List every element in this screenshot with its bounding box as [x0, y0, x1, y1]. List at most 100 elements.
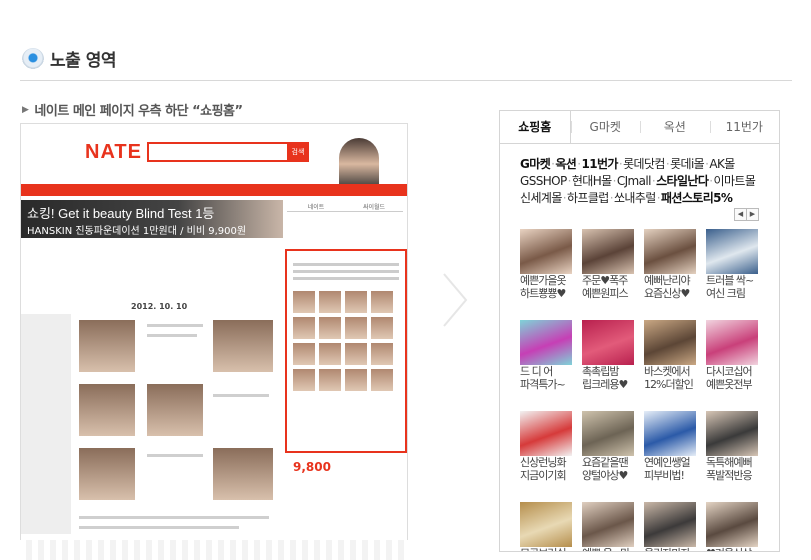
product-item[interactable]: 모공브러쉬 30%↓특가: [520, 502, 572, 551]
product-label[interactable]: 바스켓에서 12%더할인: [644, 365, 702, 391]
separator: ·: [567, 174, 572, 188]
brand-link[interactable]: 신세계몰: [520, 191, 562, 205]
product-label[interactable]: 촉촉립밤 립크레용♥: [582, 365, 640, 391]
product-item[interactable]: 예쁜 옷~만 쏙쏙뽑아서: [582, 502, 634, 551]
mock-price: 9,800: [293, 460, 331, 474]
brand-link[interactable]: 이마트몰: [714, 174, 756, 188]
product-item[interactable]: 예뻐난리야 요즘신상♥: [644, 229, 696, 300]
product-image[interactable]: [582, 320, 634, 365]
brand-link[interactable]: 롯데i몰: [670, 157, 705, 171]
product-item[interactable]: 요즘같을땐 양털야상♥: [582, 411, 634, 482]
product-item[interactable]: 바스켓에서 12%더할인: [644, 320, 696, 391]
product-image[interactable]: [582, 502, 634, 547]
product-item[interactable]: 드 디 어 파격특가~: [520, 320, 572, 391]
tab-auction[interactable]: 옥션: [640, 111, 710, 143]
brand-line: GSSHOP·현대H몰·CJmall·스타일난다·이마트몰: [520, 173, 779, 190]
section-header: 노출 영역: [22, 46, 116, 71]
product-item[interactable]: 주문♥폭주 예쁜원피스: [582, 229, 634, 300]
brand-link[interactable]: 패션스토리5%: [661, 191, 733, 205]
nate-main-screenshot: NATE 검색 쇼킹! Get it beauty Blind Test 1등 …: [20, 123, 408, 550]
product-item[interactable]: ♥겨울신상 소문난옷♥: [706, 502, 758, 551]
product-item[interactable]: 다시코십어 예쁜옷전부: [706, 320, 758, 391]
product-label[interactable]: ♥겨울신상 소문난옷♥: [706, 547, 764, 551]
tab-shopping-home[interactable]: 쇼핑홈: [500, 111, 571, 143]
section-title: 노출 영역: [50, 51, 116, 71]
product-label[interactable]: 예뻐난리야 요즘신상♥: [644, 274, 702, 300]
mock-text: [79, 516, 269, 519]
mock-nav-bar: [21, 184, 407, 196]
brand-line: G마켓·옥션·11번가·롯데닷컴·롯데i몰·AK몰: [520, 156, 779, 173]
product-label[interactable]: 모공브러쉬 30%↓특가: [520, 547, 578, 551]
brand-link[interactable]: 현대H몰: [572, 174, 612, 188]
product-label[interactable]: 요즘같을땐 양털야상♥: [582, 456, 640, 482]
nate-logo: NATE: [85, 141, 142, 163]
product-image[interactable]: [582, 229, 634, 274]
product-image[interactable]: [706, 502, 758, 547]
mock-banner-ad: 쇼킹! Get it beauty Blind Test 1등 HANSKIN …: [21, 200, 283, 238]
brand-link[interactable]: G마켓: [520, 157, 551, 171]
product-label[interactable]: 드 디 어 파격특가~: [520, 365, 578, 391]
mock-content-area: [21, 244, 283, 544]
mock-search-button: 검색: [287, 142, 309, 162]
mock-thumb: [79, 384, 135, 436]
mock-text: [147, 454, 203, 457]
chevron-right-icon: [443, 273, 468, 327]
product-label[interactable]: 예쁜 옷~만 쏙쏙뽑아서: [582, 547, 640, 551]
subtitle: ▶ 네이트 메인 페이지 우측 하단 “쇼핑홈”: [22, 100, 243, 119]
next-page-button[interactable]: ▶: [746, 208, 759, 221]
mock-banner-line2: HANSKIN 진동파운데이션 1만원대 / 비비 9,900원: [27, 226, 247, 237]
mock-search-box: [147, 142, 289, 162]
brand-link[interactable]: CJmall: [617, 174, 652, 188]
separator: ·: [577, 157, 581, 171]
mock-text: [147, 334, 197, 337]
brand-link[interactable]: 쏘내추럴: [614, 191, 656, 205]
product-label[interactable]: 주문♥폭주 예쁜원피스: [582, 274, 640, 300]
separator: ·: [562, 191, 567, 205]
product-image[interactable]: [520, 229, 572, 274]
brand-line: 신세계몰·하프클럽·쏘내추럴·패션스토리5%: [520, 190, 779, 207]
highlighted-shopping-home-area: [285, 249, 407, 453]
product-label[interactable]: 다시코십어 예쁜옷전부: [706, 365, 764, 391]
widget-tabs: 쇼핑홈 G마켓 옥션 11번가: [500, 111, 779, 144]
mock-tabs: 네이트 싸이월드: [287, 202, 403, 212]
mock-tab: 네이트: [287, 202, 345, 212]
brand-link[interactable]: 옥션: [555, 157, 576, 171]
product-image[interactable]: [706, 229, 758, 274]
product-label[interactable]: 예쁜가을옷 하트뿅뿅♥: [520, 274, 578, 300]
product-image[interactable]: [644, 502, 696, 547]
brand-link[interactable]: 롯데닷컴: [623, 157, 665, 171]
product-image[interactable]: [582, 411, 634, 456]
mock-text: [213, 394, 269, 397]
product-image[interactable]: [644, 320, 696, 365]
torn-edge: [20, 540, 408, 560]
brand-link[interactable]: GSSHOP: [520, 174, 567, 188]
product-image[interactable]: [520, 320, 572, 365]
product-image[interactable]: [644, 229, 696, 274]
product-image[interactable]: [706, 320, 758, 365]
tab-gmarket[interactable]: G마켓: [570, 111, 641, 143]
product-item[interactable]: 연예인쌩얼 피부비법!: [644, 411, 696, 482]
product-item[interactable]: 트러블 싹~ 여신 크림: [706, 229, 758, 300]
brand-link[interactable]: 스타일난다: [656, 174, 709, 188]
product-label[interactable]: 독특해예뻐 폭발적반응: [706, 456, 764, 482]
brand-link[interactable]: AK몰: [709, 157, 735, 171]
product-image[interactable]: [520, 502, 572, 547]
mock-text: [79, 526, 239, 529]
tab-11st[interactable]: 11번가: [709, 111, 780, 143]
brand-link[interactable]: 하프클럽: [567, 191, 609, 205]
product-label[interactable]: 신상런닝화 지금이기회: [520, 456, 578, 482]
product-item[interactable]: 촉촉립밤 립크레용♥: [582, 320, 634, 391]
mock-text: [147, 324, 203, 327]
brand-link[interactable]: 11번가: [581, 157, 618, 171]
product-item[interactable]: 예쁜가을옷 하트뿅뿅♥: [520, 229, 572, 300]
product-image[interactable]: [520, 411, 572, 456]
product-item[interactable]: 독특해예뻐 폭발적반응: [706, 411, 758, 482]
product-label[interactable]: 연예인쌩얼 피부비법!: [644, 456, 702, 482]
product-item[interactable]: 신상런닝화 지금이기회: [520, 411, 572, 482]
mock-left-menu: [21, 314, 71, 534]
product-label[interactable]: 트러블 싹~ 여신 크림: [706, 274, 764, 300]
product-label[interactable]: 올리자마자 시선집중♥: [644, 547, 702, 551]
product-image[interactable]: [706, 411, 758, 456]
product-image[interactable]: [644, 411, 696, 456]
product-item[interactable]: 올리자마자 시선집중♥: [644, 502, 696, 551]
